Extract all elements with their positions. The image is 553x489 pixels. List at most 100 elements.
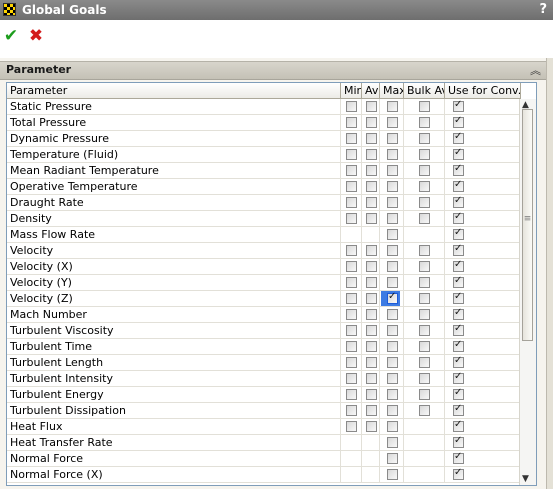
checkbox-min[interactable] <box>346 117 357 128</box>
checkbox-conv[interactable] <box>453 467 464 480</box>
checkbox-bulk[interactable] <box>419 389 430 400</box>
checkbox-min[interactable] <box>346 149 357 160</box>
checkbox-conv[interactable] <box>453 179 464 192</box>
checkbox-conv[interactable] <box>453 227 464 240</box>
checkbox-av[interactable] <box>366 277 377 288</box>
checkbox-av[interactable] <box>366 309 377 320</box>
checkbox-bulk[interactable] <box>419 405 430 416</box>
checkbox-av[interactable] <box>366 325 377 336</box>
checkbox-min[interactable] <box>346 101 357 112</box>
checkbox-av[interactable] <box>366 197 377 208</box>
checkbox-conv[interactable] <box>453 371 464 384</box>
parameter-group-header[interactable]: Parameter ︽ <box>0 61 547 80</box>
ok-button[interactable]: ✔ <box>2 27 20 45</box>
checkbox-conv[interactable] <box>453 259 464 272</box>
checkbox-conv[interactable] <box>453 355 464 368</box>
checkbox-min[interactable] <box>346 197 357 208</box>
help-button[interactable]: ? <box>539 2 547 17</box>
checkbox-conv[interactable] <box>453 163 464 176</box>
checkbox-bulk[interactable] <box>419 309 430 320</box>
checkbox-av[interactable] <box>366 341 377 352</box>
checkbox-min[interactable] <box>346 261 357 272</box>
checkbox-bulk[interactable] <box>419 101 430 112</box>
checkbox-conv[interactable] <box>453 131 464 144</box>
checkbox-bulk[interactable] <box>419 357 430 368</box>
checkbox-conv[interactable] <box>453 115 464 128</box>
checkbox-max[interactable] <box>387 149 398 160</box>
checkbox-max[interactable] <box>387 165 398 176</box>
checkbox-av[interactable] <box>366 293 377 304</box>
checkbox-min[interactable] <box>346 341 357 352</box>
checkbox-max[interactable] <box>387 421 398 432</box>
checkbox-min[interactable] <box>346 421 357 432</box>
checkbox-max[interactable] <box>387 453 398 464</box>
checkbox-bulk[interactable] <box>419 325 430 336</box>
column-header-use-for-conv[interactable]: Use for Conv. <box>445 83 521 99</box>
checkbox-min[interactable] <box>346 245 357 256</box>
checkbox-conv[interactable] <box>453 99 464 112</box>
column-header-bulk-av[interactable]: Bulk Av <box>404 83 445 99</box>
scrollbar-thumb[interactable]: ≡ <box>522 109 533 341</box>
checkbox-av[interactable] <box>366 213 377 224</box>
checkbox-max[interactable] <box>387 181 398 192</box>
checkbox-av[interactable] <box>366 357 377 368</box>
column-header-parameter[interactable]: Parameter <box>7 83 341 99</box>
vertical-scrollbar[interactable]: ▲ ≡ ▼ <box>519 99 536 485</box>
checkbox-bulk[interactable] <box>419 149 430 160</box>
checkbox-conv[interactable] <box>453 339 464 352</box>
checkbox-max[interactable] <box>387 291 398 304</box>
checkbox-min[interactable] <box>346 389 357 400</box>
checkbox-min[interactable] <box>346 181 357 192</box>
checkbox-max[interactable] <box>387 229 398 240</box>
checkbox-conv[interactable] <box>453 435 464 448</box>
checkbox-conv[interactable] <box>453 451 464 464</box>
checkbox-max[interactable] <box>387 213 398 224</box>
checkbox-min[interactable] <box>346 357 357 368</box>
panel-scrollbar[interactable] <box>546 58 553 489</box>
checkbox-max[interactable] <box>387 469 398 480</box>
checkbox-av[interactable] <box>366 133 377 144</box>
column-header-min[interactable]: Min <box>341 83 362 99</box>
checkbox-max[interactable] <box>387 389 398 400</box>
checkbox-conv[interactable] <box>453 403 464 416</box>
checkbox-bulk[interactable] <box>419 277 430 288</box>
scroll-down-arrow-icon[interactable]: ▼ <box>522 474 529 484</box>
checkbox-bulk[interactable] <box>419 261 430 272</box>
checkbox-bulk[interactable] <box>419 213 430 224</box>
checkbox-max[interactable] <box>387 373 398 384</box>
checkbox-conv[interactable] <box>453 147 464 160</box>
checkbox-max[interactable] <box>387 101 398 112</box>
checkbox-min[interactable] <box>346 373 357 384</box>
checkbox-conv[interactable] <box>453 307 464 320</box>
checkbox-conv[interactable] <box>453 323 464 336</box>
checkbox-max[interactable] <box>387 341 398 352</box>
checkbox-av[interactable] <box>366 117 377 128</box>
checkbox-max[interactable] <box>387 117 398 128</box>
checkbox-max[interactable] <box>387 437 398 448</box>
checkbox-av[interactable] <box>366 181 377 192</box>
checkbox-max[interactable] <box>387 405 398 416</box>
checkbox-conv[interactable] <box>453 387 464 400</box>
checkbox-min[interactable] <box>346 213 357 224</box>
checkbox-bulk[interactable] <box>419 373 430 384</box>
checkbox-bulk[interactable] <box>419 117 430 128</box>
checkbox-min[interactable] <box>346 133 357 144</box>
checkbox-bulk[interactable] <box>419 245 430 256</box>
checkbox-max[interactable] <box>387 277 398 288</box>
checkbox-max[interactable] <box>387 197 398 208</box>
double-chevron-up-icon[interactable]: ︽ <box>530 62 541 78</box>
checkbox-av[interactable] <box>366 373 377 384</box>
checkbox-max[interactable] <box>387 261 398 272</box>
checkbox-conv[interactable] <box>453 211 464 224</box>
checkbox-av[interactable] <box>366 149 377 160</box>
cancel-button[interactable]: ✖ <box>27 27 45 45</box>
checkbox-bulk[interactable] <box>419 133 430 144</box>
checkbox-max[interactable] <box>387 309 398 320</box>
checkbox-bulk[interactable] <box>419 341 430 352</box>
checkbox-max[interactable] <box>387 357 398 368</box>
checkbox-av[interactable] <box>366 101 377 112</box>
checkbox-av[interactable] <box>366 261 377 272</box>
checkbox-av[interactable] <box>366 405 377 416</box>
checkbox-av[interactable] <box>366 421 377 432</box>
checkbox-min[interactable] <box>346 293 357 304</box>
